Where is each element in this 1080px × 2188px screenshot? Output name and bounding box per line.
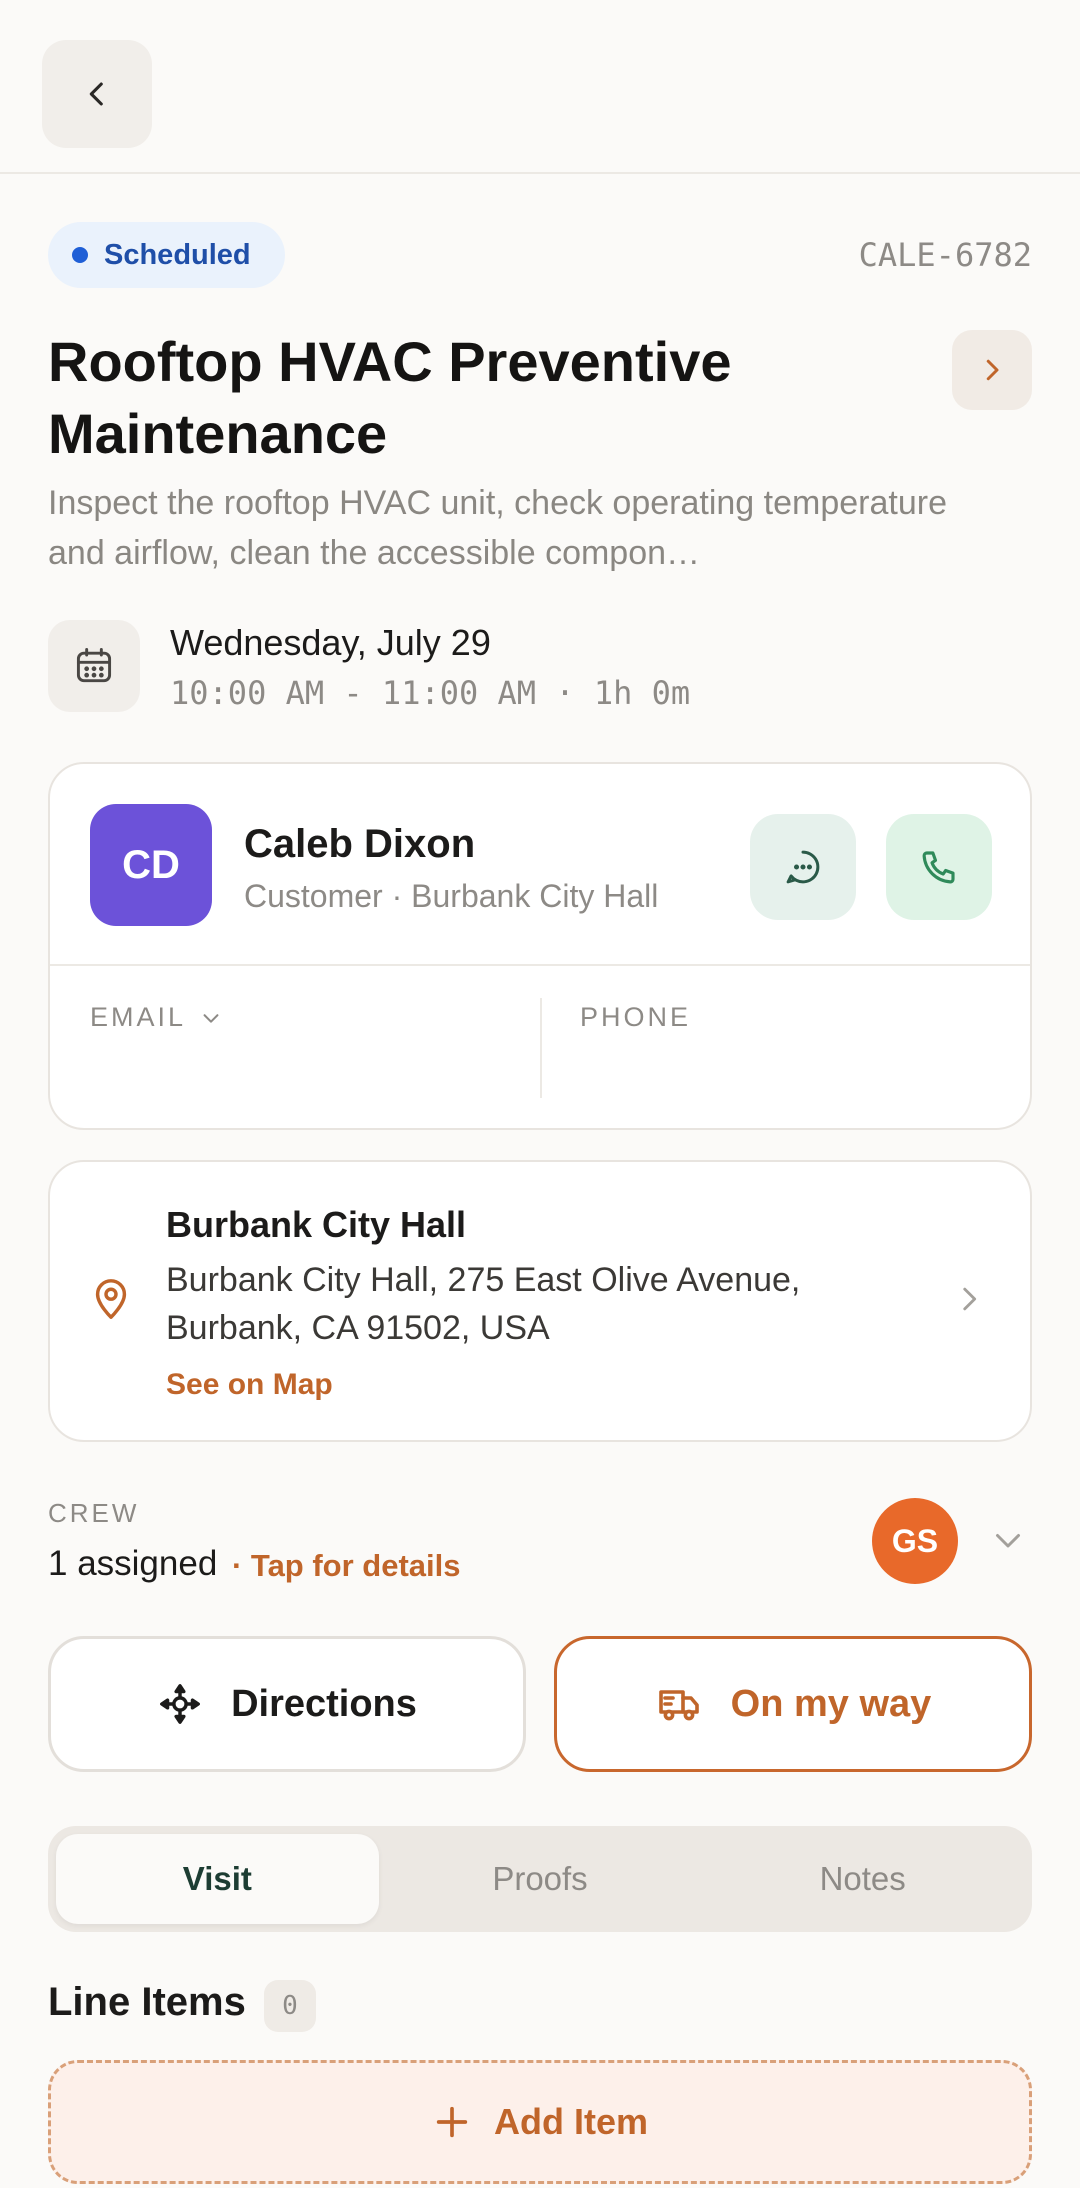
job-title: Rooftop HVAC Preventive Maintenance [48,330,732,465]
see-on-map-link[interactable]: See on Map [166,1368,333,1402]
phone-label: PHONE [580,1002,692,1032]
job-description: Inspect the rooftop HVAC unit, check ope… [48,484,947,572]
back-button[interactable] [42,40,152,148]
email-toggle[interactable]: EMAIL [90,1002,222,1033]
calendar-icon [76,648,112,683]
crew-member-avatar[interactable]: GS [872,1498,958,1584]
chevron-right-icon [986,359,999,381]
contact-card: CD Caleb Dixon Customer · Burbank City H… [48,762,1032,1130]
job-code: CALE-6782 [858,236,1032,274]
chevron-down-icon[interactable] [990,1522,1026,1558]
call-button[interactable] [886,814,992,920]
directions-icon [160,1684,201,1724]
add-item-button[interactable]: Add Item [48,2060,1032,2184]
on-my-way-button[interactable]: On my way [554,1636,1032,1772]
tab-notes[interactable]: Notes [701,1834,1024,1924]
location-pin-icon [95,1279,127,1319]
chevron-down-icon [203,1013,219,1023]
email-label: EMAIL [90,1002,187,1032]
tab-bar: Visit Proofs Notes [48,1826,1032,1932]
location-address: Burbank City Hall, 275 East Olive Avenue… [166,1261,801,1347]
plus-icon [436,2106,468,2138]
job-details-button[interactable] [952,330,1032,410]
divider [50,964,1030,966]
chevron-left-icon [89,82,103,106]
crew-label: CREW [48,1498,140,1528]
status-badge: Scheduled [48,222,285,288]
on-my-way-label: On my way [730,1682,932,1725]
location-card[interactable]: Burbank City Hall Burbank City Hall, 275… [48,1160,1032,1442]
add-item-label: Add Item [493,2101,648,2142]
tab-proofs[interactable]: Proofs [379,1834,702,1924]
crew-count: 1 assigned [48,1544,218,1583]
schedule-date: Wednesday, July 29 [170,622,491,663]
crew-details-link[interactable]: · Tap for details [232,1548,461,1584]
avatar: CD [90,804,212,926]
truck-icon [658,1690,699,1721]
status-dot-icon [72,247,88,263]
status-label: Scheduled [104,238,251,271]
contact-subtitle: Customer · Burbank City Hall [244,878,659,914]
chevron-right-icon [963,1287,977,1311]
divider [540,998,542,1098]
message-icon [786,850,820,884]
location-title: Burbank City Hall [166,1204,467,1245]
top-bar [0,0,1080,174]
phone-icon [922,851,955,884]
contact-name: Caleb Dixon [244,822,476,866]
line-items-title: Line Items [48,1980,246,2024]
calendar-icon-box [48,620,140,712]
schedule-time: 10:00 AM - 11:00 AM · 1h 0m [170,674,691,712]
message-button[interactable] [750,814,856,920]
phone-field[interactable]: PHONE [580,1002,691,1033]
line-items-count: 0 [264,1980,316,2032]
directions-label: Directions [231,1682,417,1725]
directions-button[interactable]: Directions [48,1636,526,1772]
tab-visit[interactable]: Visit [56,1834,379,1924]
